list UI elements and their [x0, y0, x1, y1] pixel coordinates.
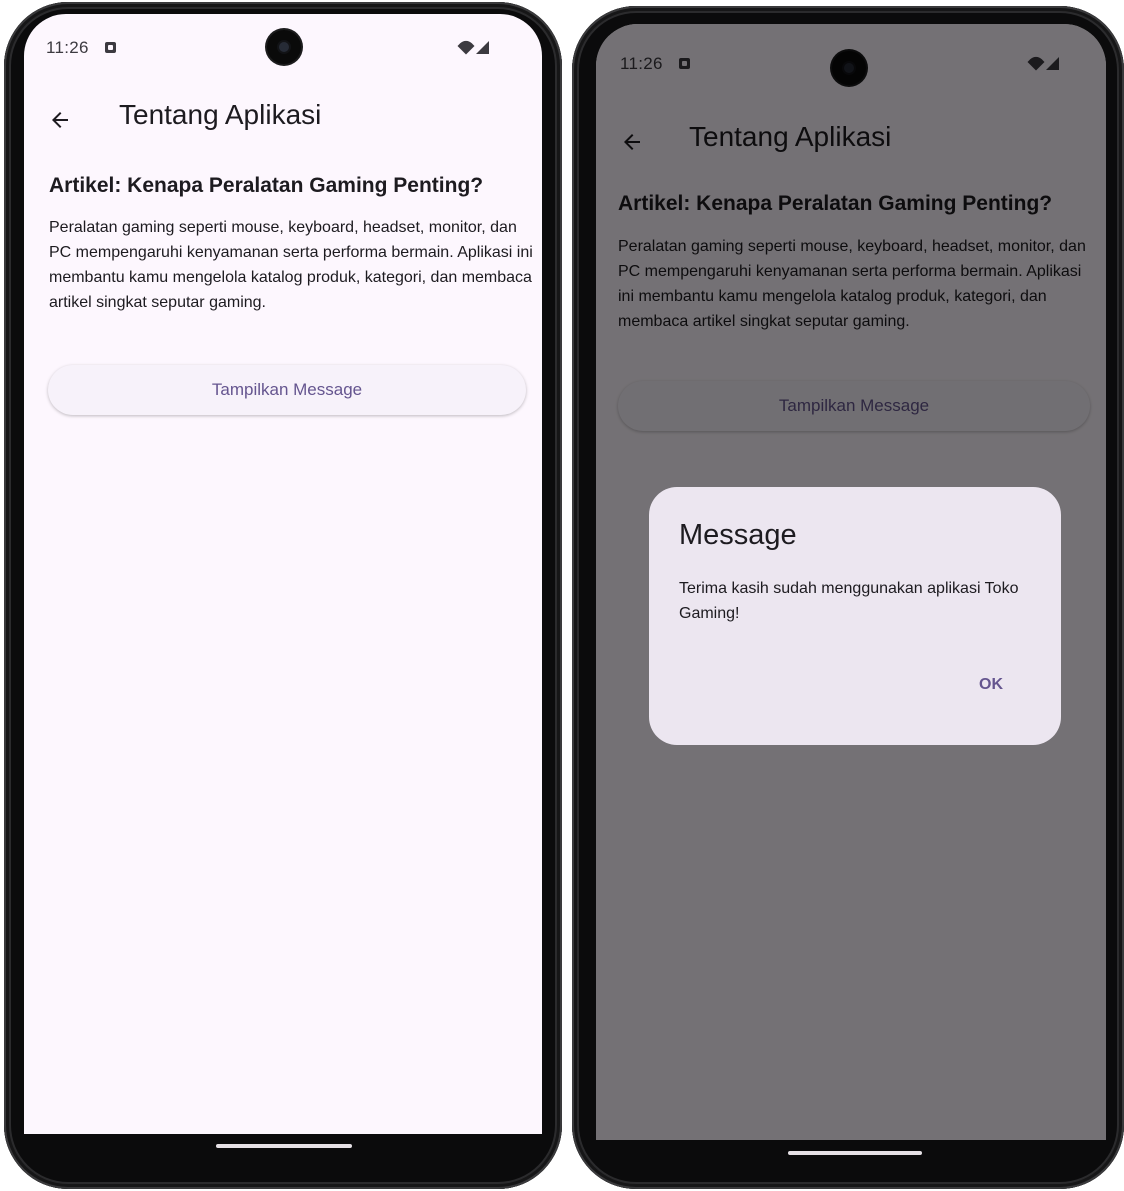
gesture-nav-handle[interactable] [788, 1151, 922, 1155]
status-bar: 11:26 [24, 14, 542, 64]
dialog-message: Terima kasih sudah menggunakan aplikasi … [679, 580, 1019, 622]
page-title: Tentang Aplikasi [119, 99, 322, 130]
ok-button[interactable]: OK [967, 665, 1015, 705]
gesture-nav-handle[interactable] [216, 1144, 352, 1148]
status-time: 11:26 [46, 38, 89, 57]
notification-icon [105, 42, 116, 53]
phone-frame-right: 11:26 Tentang Aplikasi Artikel: Kenapa P… [572, 6, 1124, 1189]
dialog-title: Message [679, 519, 797, 551]
front-camera [267, 30, 301, 64]
message-dialog: Message Terima kasih sudah menggunakan a… [649, 487, 1061, 745]
show-message-button[interactable]: Tampilkan Message [48, 365, 526, 415]
app-bar: Tentang Aplikasi [24, 88, 542, 152]
phone-frame-left: 11:26 Tentang Aplikasi Artikel: Kenapa P… [4, 2, 562, 1189]
app-screen-left: 11:26 Tentang Aplikasi Artikel: Kenapa P… [24, 14, 542, 1134]
article-title: Artikel: Kenapa Peralatan Gaming Penting… [49, 174, 484, 197]
app-screen-right: 11:26 Tentang Aplikasi Artikel: Kenapa P… [596, 24, 1106, 1140]
signal-icon [476, 41, 489, 54]
arrow-back-icon[interactable] [38, 98, 82, 142]
article-body: Peralatan gaming seperti mouse, keyboard… [49, 219, 533, 311]
wifi-icon [457, 37, 475, 55]
